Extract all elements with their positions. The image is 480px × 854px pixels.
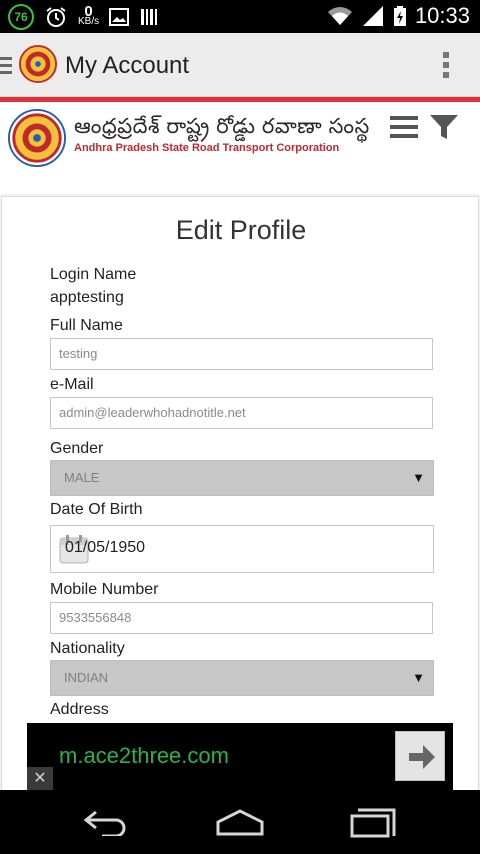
nationality-label: Nationality bbox=[50, 640, 125, 657]
overflow-menu-icon[interactable] bbox=[442, 51, 450, 79]
site-header: ఆంధ్రప్రదేశ్ రాష్ట్ర రోడ్డు రవాణా సంస్థ … bbox=[0, 102, 480, 194]
home-icon[interactable] bbox=[214, 808, 266, 836]
mobile-field[interactable]: 9533556848 bbox=[50, 602, 433, 634]
mobile-label: Mobile Number bbox=[50, 581, 159, 598]
ad-text[interactable]: m.ace2three.com bbox=[59, 743, 229, 769]
email-field[interactable]: admin@leaderwhohadnotitle.net bbox=[50, 397, 433, 429]
nav-bar bbox=[0, 790, 480, 854]
edit-profile-form: Edit Profile Login Name apptesting Full … bbox=[1, 196, 479, 796]
status-bar: 76 0 KB/s 10:33 bbox=[0, 0, 480, 33]
email-label: e-Mail bbox=[50, 376, 94, 393]
action-bar: My Account bbox=[0, 33, 480, 97]
barcode-icon bbox=[141, 9, 158, 25]
login-name-label: Login Name bbox=[50, 266, 137, 283]
gender-value: MALE bbox=[64, 470, 100, 485]
filter-icon[interactable] bbox=[430, 115, 458, 139]
gender-select[interactable]: MALE ▼ bbox=[50, 460, 434, 496]
drawer-icon[interactable] bbox=[0, 55, 12, 75]
recent-apps-icon[interactable] bbox=[350, 804, 400, 838]
apsrtc-logo-icon bbox=[8, 109, 66, 167]
ad-go-button[interactable] bbox=[395, 731, 445, 781]
full-name-field[interactable]: testing bbox=[50, 338, 433, 370]
dob-field[interactable]: 01/05/1950 bbox=[50, 525, 434, 573]
alarm-icon bbox=[46, 7, 66, 27]
brand-name-telugu: ఆంధ్రప్రదేశ్ రాష్ట్ర రోడ్డు రవాణా సంస్థ bbox=[74, 115, 370, 138]
wifi-icon bbox=[327, 7, 352, 25]
dob-value: 01/05/1950 bbox=[65, 539, 146, 556]
ad-banner[interactable]: m.ace2three.com bbox=[27, 723, 453, 790]
menu-icon[interactable] bbox=[390, 116, 418, 138]
network-speed: 0 KB/s bbox=[78, 3, 100, 27]
dropdown-arrow-icon: ▼ bbox=[412, 670, 425, 685]
arrow-right-icon bbox=[409, 745, 435, 769]
login-name-value: apptesting bbox=[50, 289, 124, 306]
ad-close-button[interactable]: ✕ bbox=[27, 767, 53, 790]
notification-badge: 76 bbox=[8, 4, 34, 30]
dob-label: Date Of Birth bbox=[50, 501, 143, 518]
dropdown-arrow-icon: ▼ bbox=[412, 470, 425, 485]
clock: 10:33 bbox=[414, 3, 470, 28]
nationality-select[interactable]: INDIAN ▼ bbox=[50, 660, 434, 696]
nationality-value: INDIAN bbox=[64, 670, 109, 685]
image-icon bbox=[109, 8, 130, 26]
back-icon[interactable] bbox=[82, 808, 132, 836]
battery-icon bbox=[393, 6, 406, 26]
brand-name-english: Andhra Pradesh State Road Transport Corp… bbox=[74, 142, 340, 154]
full-name-label: Full Name bbox=[50, 317, 123, 334]
gender-label: Gender bbox=[50, 440, 104, 457]
page-title: My Account bbox=[65, 52, 190, 79]
signal-icon bbox=[362, 6, 383, 26]
app-logo-icon[interactable] bbox=[19, 45, 57, 83]
address-label: Address bbox=[50, 701, 109, 718]
form-title: Edit Profile bbox=[175, 215, 307, 245]
